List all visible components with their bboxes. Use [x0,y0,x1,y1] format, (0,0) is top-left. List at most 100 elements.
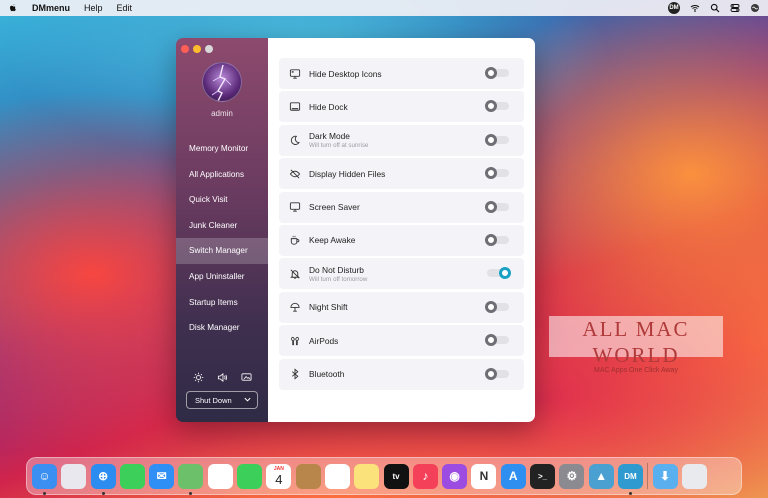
switch-label: Hide Dock [309,101,348,112]
window-controls [181,45,213,53]
sidebar-item-all-applications[interactable]: All Applications [176,162,268,188]
avatar[interactable] [202,62,242,102]
sidebar-item-switch-manager[interactable]: Switch Manager [176,238,268,264]
display-icon[interactable] [240,371,252,383]
shutdown-select[interactable]: Shut Down [186,391,258,409]
dock-safari-icon[interactable]: ⊕ [90,463,116,495]
siri-icon[interactable] [750,3,760,13]
dock-reminders-icon[interactable] [324,463,350,489]
menu-app-name[interactable]: DMmenu [32,3,70,13]
switch-label: AirPods [309,335,339,346]
minimize-button[interactable] [193,45,201,53]
dock-big-sur-installer-icon[interactable]: ▲ [588,463,614,489]
dock-glyph: DM [624,471,637,481]
switch-label: Bluetooth [309,369,345,380]
dock-finder-icon[interactable]: ☺ [32,463,57,495]
coffee-icon [288,234,301,247]
dock-maps-icon[interactable] [178,463,204,495]
sidebar-item-junk-cleaner[interactable]: Junk Cleaner [176,213,268,239]
toggle-keep-awake[interactable] [485,233,509,246]
menu-bar: DMmenu Help Edit DM [0,0,768,16]
switch-label: Display Hidden Files [309,168,386,179]
dock-glyph: >_ [537,471,548,481]
airpods-icon [288,334,301,347]
dock-tv-icon[interactable]: tv [383,463,409,489]
dock-terminal-icon[interactable]: >_ [530,463,556,489]
sidebar-tools [176,371,268,383]
control-center-icon[interactable] [730,3,740,13]
dock: ☺ ⊕ ✉ JAN 4 tv ♪ ◉ N A >_ ⚙ ▲ DM ⬇ [26,457,742,495]
toggle-dark-mode[interactable] [485,133,509,146]
calendar-day: 4 [275,471,283,487]
dock-glyph: N [479,469,489,483]
wifi-icon[interactable] [690,3,700,13]
dock-trash-icon[interactable] [681,463,707,489]
sidebar-item-app-uninstaller[interactable]: App Uninstaller [176,264,268,290]
dock-notes-icon[interactable] [354,463,380,489]
switch-row-display-hidden-files: Display Hidden Files [279,158,524,190]
toggle-night-shift[interactable] [485,300,509,313]
dock-launchpad-icon[interactable] [61,463,87,489]
watermark-subtitle: MAC Apps One Click Away [594,367,678,374]
watermark-title: ALL MAC WORLD [582,317,690,367]
apple-icon[interactable] [8,3,18,13]
sidebar-item-disk-manager[interactable]: Disk Manager [176,315,268,341]
switch-row-screen-saver: Screen Saver [279,191,524,223]
running-indicator [189,491,193,495]
search-icon[interactable] [710,3,720,13]
dock-glyph: ◉ [449,469,460,483]
sidebar: admin Memory Monitor All Applications Qu… [176,38,268,422]
dock-music-icon[interactable]: ♪ [412,463,438,489]
toggle-hide-dock[interactable] [485,100,509,113]
dock-messages-icon[interactable] [119,463,145,489]
volume-icon[interactable] [216,371,228,383]
desktop-icon [288,67,301,80]
dock-separator [647,463,649,489]
zoom-button[interactable] [205,45,213,53]
username: admin [211,109,233,118]
toggle-bluetooth[interactable] [485,367,509,380]
switch-subtitle: Will turn off at sunrise [309,142,369,150]
switch-label: Keep Awake [309,235,356,246]
toggle-hide-desktop-icons[interactable] [485,67,509,79]
menu-edit[interactable]: Edit [117,3,133,13]
toggle-screen-saver[interactable] [485,200,509,213]
sidebar-item-memory-monitor[interactable]: Memory Monitor [176,136,268,162]
dock-podcasts-icon[interactable]: ◉ [442,463,468,489]
dock-app-store-icon[interactable]: A [500,463,526,489]
eye-slash-icon [288,167,301,180]
watermark: ALL MAC WORLD MAC Apps One Click Away [549,316,723,374]
close-button[interactable] [181,45,189,53]
switch-row-keep-awake: Keep Awake [279,224,524,256]
toggle-do-not-disturb[interactable] [487,267,511,280]
sidebar-item-quick-visit[interactable]: Quick Visit [176,187,268,213]
toggle-airpods[interactable] [485,334,509,347]
dock-news-icon[interactable]: N [471,463,497,489]
switch-row-bluetooth: Bluetooth [279,358,524,390]
sidebar-item-startup-items[interactable]: Startup Items [176,290,268,316]
dock-glyph: ☺ [38,469,51,483]
dock-glyph: ✉ [156,469,167,483]
switch-label: Hide Desktop Icons [309,68,382,79]
dock-glyph: ⬇ [660,469,671,483]
dock-facetime-icon[interactable] [237,463,263,489]
dock-mail-icon[interactable]: ✉ [149,463,175,489]
dock-contacts-icon[interactable] [295,463,321,489]
running-indicator [101,491,105,495]
bell-slash-icon [288,267,301,280]
dock-downloads-folder-icon[interactable]: ⬇ [652,463,678,489]
dock-glyph: ♪ [422,469,429,483]
bluetooth-icon [288,368,301,381]
dock-system-preferences-icon[interactable]: ⚙ [559,463,585,489]
dm-status-icon[interactable]: DM [668,2,680,14]
brightness-icon[interactable] [192,371,204,383]
toggle-display-hidden-files[interactable] [485,167,509,180]
switch-row-night-shift: Night Shift [279,291,524,323]
running-indicator [628,491,632,495]
chevron-down-icon [243,395,252,404]
dock-glyph: tv [392,471,400,481]
menu-help[interactable]: Help [84,3,103,13]
dock-calendar-icon[interactable]: JAN 4 [266,463,292,489]
dock-dmmenu-icon[interactable]: DM [617,463,643,495]
dock-photos-icon[interactable] [207,463,233,489]
